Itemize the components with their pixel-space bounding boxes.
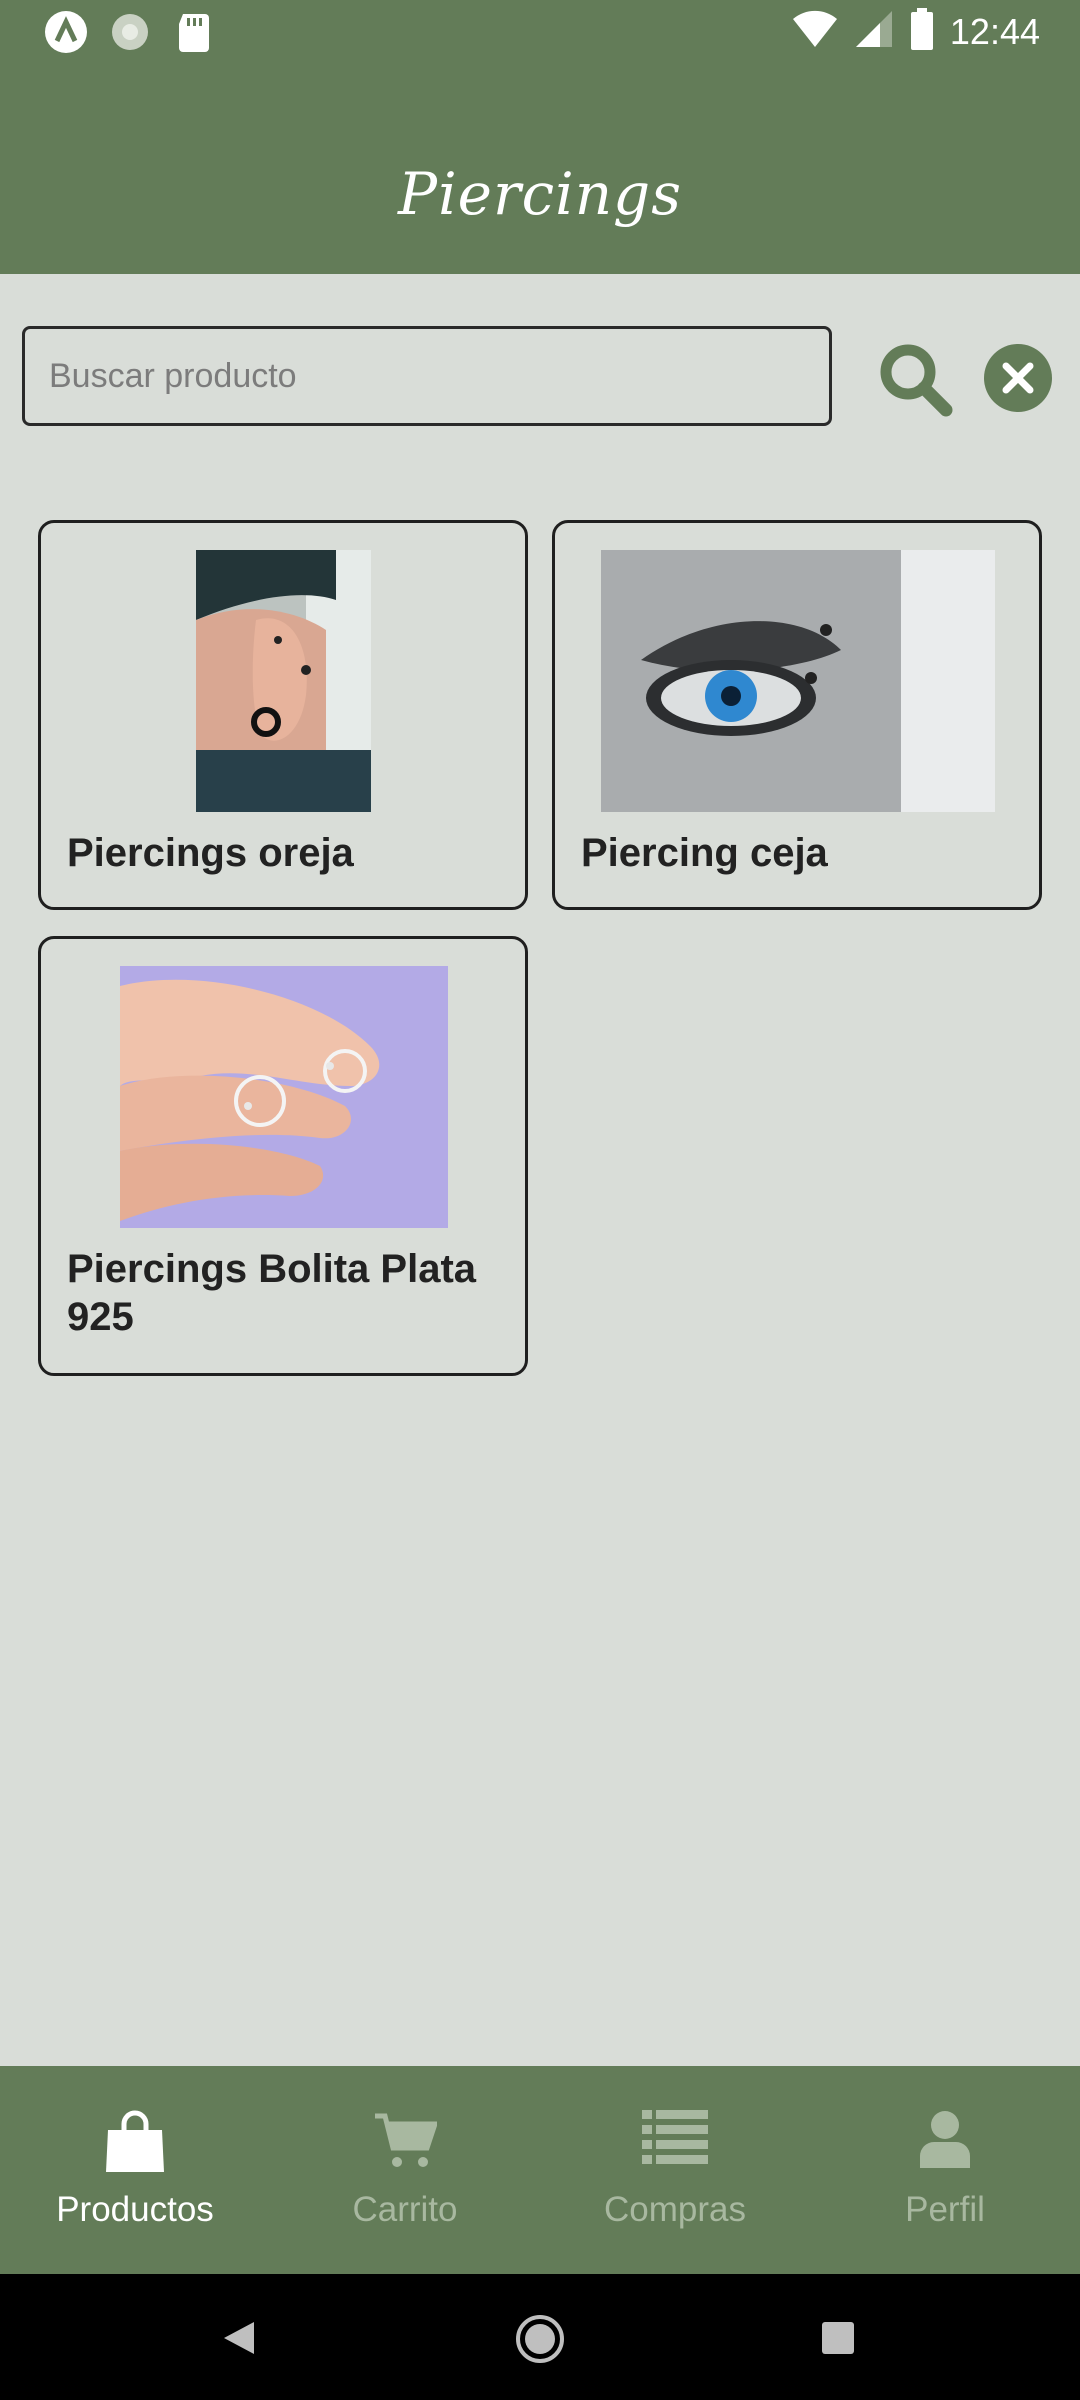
sdcard-icon	[172, 10, 216, 54]
page-title: Piercings	[398, 160, 682, 228]
search-input[interactable]	[25, 329, 829, 423]
product-name: Piercings Bolita Plata 925	[67, 1247, 477, 1339]
home-icon[interactable]	[515, 2314, 565, 2364]
status-icons-left	[44, 10, 216, 54]
search-field[interactable]	[22, 326, 832, 426]
wifi-icon	[792, 9, 838, 54]
product-card[interactable]: Piercings Bolita Plata 925	[38, 936, 528, 1376]
product-card[interactable]: Piercings oreja	[38, 520, 528, 910]
signal-icon	[854, 9, 894, 54]
search-icon	[880, 344, 953, 417]
app-bar: Piercings	[0, 64, 1080, 274]
cart-icon	[375, 2113, 437, 2167]
nav-item-carrito[interactable]: Carrito	[270, 2066, 540, 2274]
close-circle-icon	[984, 344, 1052, 412]
sun-icon	[108, 10, 152, 54]
recents-icon[interactable]	[822, 2322, 854, 2354]
shopping-bag-icon	[106, 2110, 164, 2172]
nav-label: Compras	[604, 2190, 746, 2229]
app-a-icon	[44, 10, 88, 54]
nav-label: Productos	[56, 2190, 214, 2229]
back-icon[interactable]	[222, 2320, 256, 2356]
status-time: 12:44	[949, 10, 1040, 52]
nav-item-productos[interactable]: Productos	[0, 2066, 270, 2274]
list-icon	[642, 2110, 708, 2164]
search-button[interactable]	[876, 340, 956, 420]
status-icons-right: 12:44	[792, 8, 1040, 55]
product-image	[196, 550, 371, 812]
system-navigation-bar	[0, 2274, 1080, 2400]
nav-item-perfil[interactable]: Perfil	[810, 2066, 1080, 2274]
product-name: Piercing ceja	[581, 831, 828, 875]
product-image	[601, 550, 995, 812]
bottom-navigation: Productos Carrito Compras Perfil	[0, 2066, 1080, 2274]
battery-icon	[910, 8, 934, 55]
nav-item-compras[interactable]: Compras	[540, 2066, 810, 2274]
nav-label: Carrito	[352, 2190, 458, 2229]
product-card[interactable]: Piercing ceja	[552, 520, 1042, 910]
status-bar: 12:44	[0, 0, 1080, 64]
clear-search-button[interactable]	[982, 342, 1054, 414]
product-name: Piercings oreja	[67, 831, 354, 875]
nav-label: Perfil	[905, 2190, 985, 2229]
product-image	[120, 966, 448, 1228]
person-icon	[920, 2111, 970, 2168]
